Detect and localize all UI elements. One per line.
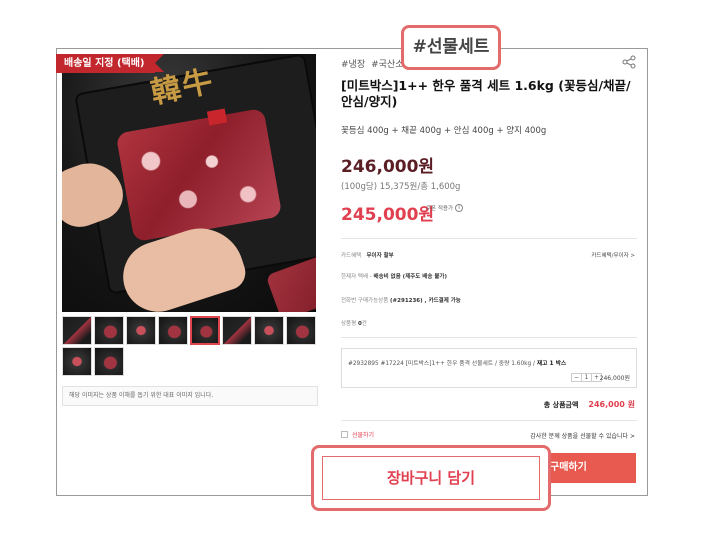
product-composition: 꽃등심 400g + 채끝 400g + 안심 400g + 양지 400g [341, 126, 547, 136]
card-benefit-value: 무이자 할부 [366, 253, 394, 259]
gift-checkbox-label[interactable]: 선물하기 [352, 430, 374, 439]
thumbnail[interactable] [286, 316, 316, 345]
total-amount: 246,000 원 [588, 400, 635, 409]
selected-option-box: #2932895 #17224 [미트박스]1++ 한우 품격 선물세트 / 중… [341, 348, 637, 388]
thumbnail[interactable] [94, 347, 124, 376]
quantity-stepper[interactable]: − 1 + [571, 373, 602, 382]
product-main-image[interactable]: 韓牛 [62, 54, 316, 312]
thumbnail[interactable] [254, 316, 284, 345]
review-row[interactable]: 상품평 0건 [341, 319, 367, 327]
seller-label: 전화번 구매가능상품 [341, 298, 389, 304]
option-description: #2932895 #17224 [미트박스]1++ 한우 품격 선물세트 / 중… [348, 358, 566, 367]
thumbnail-strip [62, 316, 318, 376]
gift-checkbox[interactable] [341, 431, 348, 438]
thumbnail-selected[interactable] [190, 316, 220, 345]
thumbnail[interactable] [222, 316, 252, 345]
thumbnail[interactable] [94, 316, 124, 345]
option-price: 246,000원 [599, 375, 630, 382]
divider [341, 337, 637, 338]
add-to-cart-button[interactable]: 장바구니 담기 [322, 456, 540, 500]
delivery-value: 배송비 없음 (제주도 배송 불가) [373, 274, 447, 280]
coupon-label: 쿠폰 적용가 i [426, 204, 464, 212]
divider [341, 238, 637, 239]
tag-domestic-beef[interactable]: #국산소 [371, 57, 403, 70]
card-benefit-row: 카드혜택 무이자 할부 [341, 251, 394, 259]
gift-option[interactable]: 선물하기 [341, 430, 374, 439]
thumbnail[interactable] [158, 316, 188, 345]
sale-price: 245,000원 [341, 205, 435, 225]
coupon-text: 쿠폰 적용가 [426, 206, 454, 212]
add-to-cart-highlight: 장바구니 담기 [311, 445, 551, 511]
total-price-row: 총 상품금액 246,000 원 [544, 399, 635, 410]
review-label: 상품평 [341, 321, 357, 327]
thumbnail[interactable] [62, 347, 92, 376]
total-label: 총 상품금액 [543, 401, 579, 409]
tag-list: #냉장 #국산소 [341, 57, 404, 70]
info-icon[interactable]: i [455, 204, 464, 212]
delivery-row: 한제자 택배 - 배송비 없음 (제주도 배송 불가) [341, 272, 447, 280]
quantity-value[interactable]: 1 [581, 374, 592, 381]
tag-chilled[interactable]: #냉장 [341, 57, 365, 70]
seller-row: 전화번 구매가능상품 (#291236) , 카드결제 가능 [341, 296, 461, 304]
divider [341, 420, 637, 421]
thumbnail[interactable] [126, 316, 156, 345]
product-title: [미트박스]1++ 한우 품격 세트 1.6kg (꽃등심/채끝/안심/양지) [341, 78, 631, 109]
card-benefit-link[interactable]: 카드혜택/무이자 > [591, 251, 635, 259]
gift-note-link[interactable]: 감사한 분께 상품을 선물할 수 있습니다 > [530, 431, 635, 440]
share-icon[interactable] [622, 55, 636, 69]
delivery-ribbon: 배송일 지정 (택배) [56, 54, 163, 73]
unit-price: (100g당) 15,375원/총 1,600g [341, 182, 461, 192]
review-suffix: 건 [361, 321, 367, 327]
card-benefit-label: 카드혜택 [341, 253, 362, 259]
seller-value: (#291236) , 카드결제 가능 [390, 298, 461, 304]
quantity-minus-button[interactable]: − [572, 374, 581, 381]
image-caption: 해당 이미지는 상품 이해를 돕기 위한 대표 이미지 입니다. [62, 386, 318, 406]
thumbnail[interactable] [62, 316, 92, 345]
original-price: 246,000원 [341, 157, 435, 177]
tag-gift-set-highlight[interactable]: #선물세트 [401, 25, 501, 70]
option-stock: 재고 1 박스 [536, 361, 567, 367]
delivery-label: 한제자 택배 - [341, 274, 372, 280]
option-code: #2932895 #17224 [미트박스]1++ 한우 품격 선물세트 / 중… [348, 361, 535, 367]
